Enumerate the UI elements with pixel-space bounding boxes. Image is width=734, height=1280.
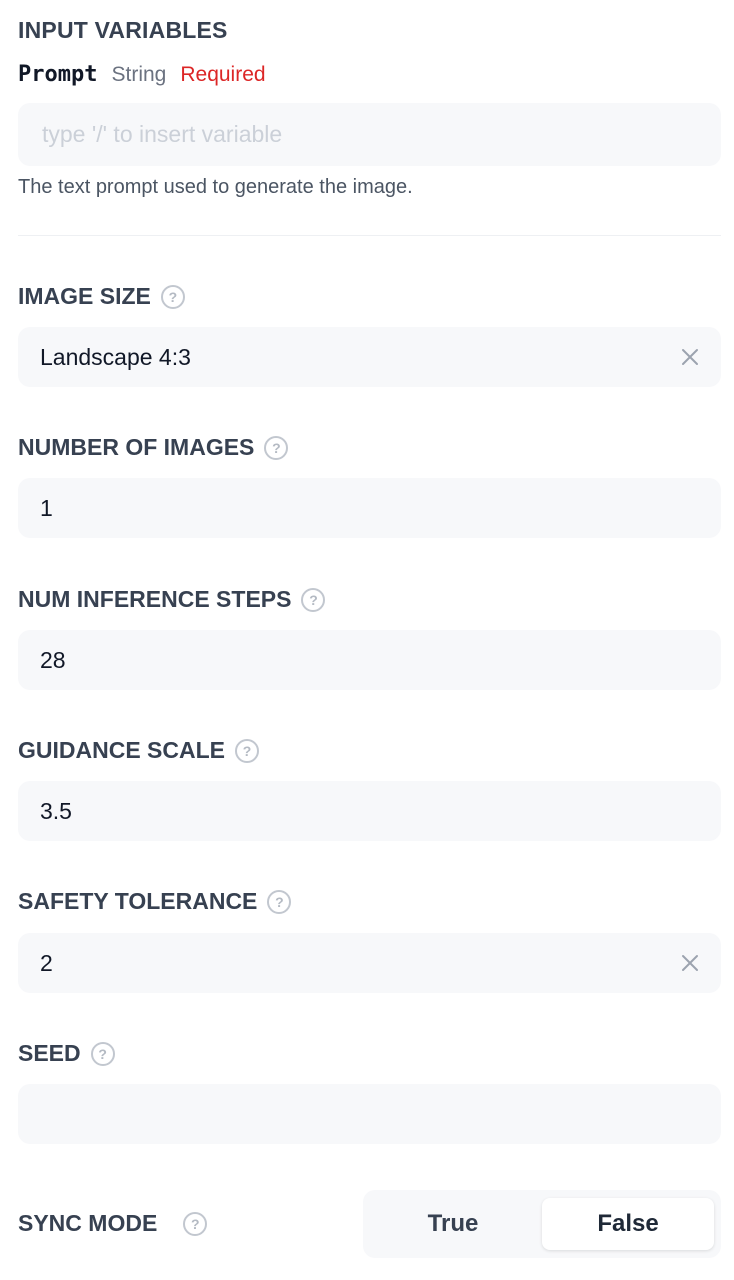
- guidance-scale-input[interactable]: 3.5: [18, 781, 721, 841]
- help-circle-icon[interactable]: ?: [267, 889, 292, 914]
- help-circle-icon[interactable]: ?: [90, 1041, 115, 1066]
- inference-steps-value: 28: [40, 646, 66, 673]
- prompt-placeholder: type '/' to insert variable: [42, 121, 283, 147]
- safety-tolerance-value: 2: [40, 949, 53, 976]
- close-icon[interactable]: [679, 952, 701, 974]
- input-variables-panel: INPUT VARIABLES Prompt String Required t…: [0, 0, 734, 1280]
- divider: [18, 235, 721, 236]
- image-size-label-text: IMAGE SIZE: [18, 283, 151, 309]
- number-of-images-value: 1: [40, 494, 53, 521]
- sync-mode-false-button[interactable]: False: [542, 1198, 714, 1250]
- image-size-label: IMAGE SIZE ?: [18, 283, 185, 310]
- number-of-images-label-text: NUMBER OF IMAGES: [18, 434, 255, 460]
- variable-type: String: [111, 63, 167, 86]
- required-badge: Required: [180, 63, 266, 86]
- variable-name: Prompt: [18, 62, 98, 87]
- guidance-scale-label-text: GUIDANCE SCALE: [18, 737, 226, 763]
- safety-tolerance-select[interactable]: 2: [18, 933, 721, 993]
- guidance-scale-label: GUIDANCE SCALE ?: [18, 737, 260, 764]
- help-circle-icon[interactable]: ?: [183, 1211, 208, 1236]
- sync-mode-label: SYNC MODE ?: [18, 1210, 208, 1237]
- prompt-input[interactable]: type '/' to insert variable: [18, 103, 721, 166]
- image-size-value: Landscape 4:3: [40, 343, 191, 370]
- section-title: INPUT VARIABLES: [18, 17, 228, 43]
- seed-input[interactable]: [18, 1084, 721, 1144]
- sync-mode-toggle: True False: [363, 1190, 721, 1258]
- guidance-scale-value: 3.5: [40, 797, 72, 824]
- inference-steps-input[interactable]: 28: [18, 630, 721, 690]
- number-of-images-input[interactable]: 1: [18, 478, 721, 538]
- inference-steps-label: NUM INFERENCE STEPS ?: [18, 586, 326, 613]
- number-of-images-label: NUMBER OF IMAGES ?: [18, 434, 289, 461]
- close-icon[interactable]: [679, 346, 701, 368]
- help-circle-icon[interactable]: ?: [264, 435, 289, 460]
- seed-label: SEED ?: [18, 1040, 115, 1067]
- seed-label-text: SEED: [18, 1040, 81, 1066]
- help-circle-icon[interactable]: ?: [160, 284, 185, 309]
- sync-mode-label-text: SYNC MODE: [18, 1210, 158, 1236]
- sync-mode-true-button[interactable]: True: [367, 1198, 539, 1250]
- prompt-variable-header: Prompt String Required: [18, 62, 266, 87]
- prompt-helper-text: The text prompt used to generate the ima…: [18, 176, 413, 198]
- image-size-select[interactable]: Landscape 4:3: [18, 327, 721, 387]
- safety-tolerance-label: SAFETY TOLERANCE ?: [18, 888, 292, 915]
- help-circle-icon[interactable]: ?: [301, 587, 326, 612]
- help-circle-icon[interactable]: ?: [235, 738, 260, 763]
- safety-tolerance-label-text: SAFETY TOLERANCE: [18, 888, 258, 914]
- inference-steps-label-text: NUM INFERENCE STEPS: [18, 586, 292, 612]
